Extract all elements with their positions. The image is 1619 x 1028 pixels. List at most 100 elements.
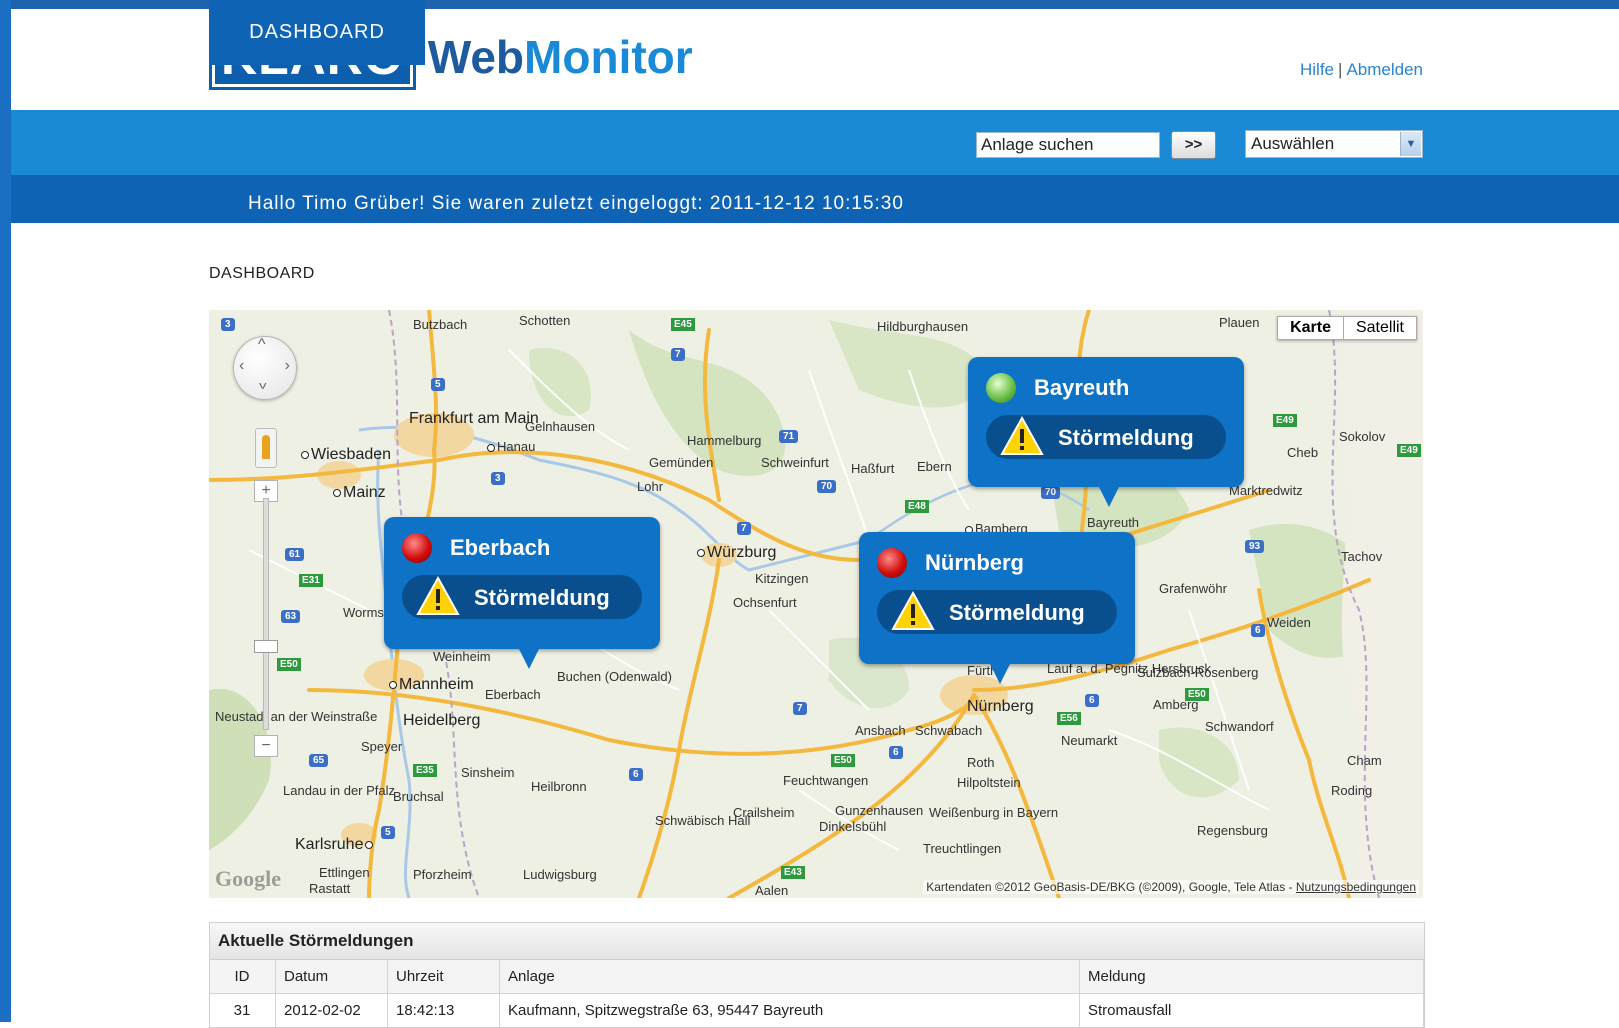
highway-shield: 5 xyxy=(381,826,395,839)
search-submit-button[interactable]: >> xyxy=(1171,131,1216,159)
map-attribution: Kartendaten ©2012 GeoBasis-DE/BKG (©2009… xyxy=(923,880,1419,894)
pan-left-icon[interactable]: ‹ xyxy=(239,357,244,375)
alert-pill[interactable]: Störmeldung xyxy=(877,590,1117,634)
city-label: Gunzenhausen xyxy=(835,803,924,818)
pan-down-icon[interactable]: ^ xyxy=(259,373,267,391)
city-label: Feuchtwangen xyxy=(783,773,869,788)
marker-place-label: Eberbach xyxy=(450,535,551,560)
column-header-datum[interactable]: Datum xyxy=(275,960,388,994)
zoom-out-button[interactable]: − xyxy=(254,735,278,757)
current-alerts-panel: Aktuelle Störmeldungen ID Datum Uhrzeit … xyxy=(209,922,1425,1028)
map-pan-control[interactable]: ^ ‹ › ^ xyxy=(233,336,297,400)
city-label: Ochsenfurt xyxy=(733,595,797,610)
european-route-shield: E35 xyxy=(413,764,437,777)
warning-icon xyxy=(891,590,935,630)
city-label: Weinheim xyxy=(433,649,491,664)
plant-search-input[interactable] xyxy=(976,132,1160,158)
map-type-satellit-button[interactable]: Satellit xyxy=(1342,317,1416,339)
european-route-shield: E43 xyxy=(781,866,805,879)
marker-place-label: Bayreuth xyxy=(1034,375,1130,400)
zoom-slider-handle[interactable] xyxy=(254,640,278,653)
map-marker-popup-nuernberg[interactable]: Nürnberg Störmeldung xyxy=(859,532,1135,684)
marker-place-label: Nürnberg xyxy=(925,550,1024,575)
city-label: Mainz xyxy=(333,485,386,501)
street-view-pegman-icon[interactable] xyxy=(255,428,277,468)
column-header-meldung[interactable]: Meldung xyxy=(1079,960,1424,994)
select-value: Auswählen xyxy=(1251,134,1335,153)
highway-shield: 7 xyxy=(671,348,685,361)
city-label: Haßfurt xyxy=(851,461,895,476)
european-route-shield: E56 xyxy=(1057,712,1081,725)
welcome-message: Hallo Timo Grüber! Sie waren zuletzt ein… xyxy=(248,193,904,214)
european-route-shield: E49 xyxy=(1397,444,1421,457)
alerts-table: ID Datum Uhrzeit Anlage Meldung 31 2012-… xyxy=(210,960,1424,1027)
tab-anlagen[interactable]: ANLAGEN xyxy=(425,0,643,65)
zoom-slider-track[interactable] xyxy=(263,498,269,730)
top-links: Hilfe | Abmelden xyxy=(1300,60,1423,80)
map-type-karte-button[interactable]: Karte xyxy=(1278,317,1343,339)
city-label: Butzbach xyxy=(413,317,468,332)
city-label: Pforzheim xyxy=(413,867,472,882)
city-label: Schwäbisch Hall xyxy=(655,813,751,828)
city-label: Frankfurt am Main xyxy=(409,410,539,427)
city-label: Nürnberg xyxy=(967,698,1034,715)
status-red-icon xyxy=(877,548,907,578)
logout-link[interactable]: Abmelden xyxy=(1346,60,1423,79)
city-label: Ebern xyxy=(917,459,952,474)
help-link[interactable]: Hilfe xyxy=(1300,60,1334,79)
tab-mein-konto[interactable]: MEIN KONTO xyxy=(643,0,861,65)
alert-pill[interactable]: Störmeldung xyxy=(402,575,642,619)
map-marker-popup-bayreuth[interactable]: Bayreuth Störmeldung xyxy=(968,357,1244,507)
map-view[interactable]: 3 7 5 3 71 70 7 61 63 65 5 6 7 6 6 6 93 … xyxy=(209,310,1423,898)
chevron-down-icon[interactable]: ▼ xyxy=(1400,132,1421,156)
city-label: Heidelberg xyxy=(403,712,481,729)
highway-shield: 63 xyxy=(281,610,301,623)
pan-right-icon[interactable]: › xyxy=(285,357,290,375)
alert-pill[interactable]: Störmeldung xyxy=(986,415,1226,459)
window-left-border xyxy=(0,0,11,1022)
map-marker-popup-eberbach[interactable]: Eberbach Störmeldung xyxy=(384,517,660,669)
warning-icon xyxy=(1000,415,1044,455)
european-route-shield: E50 xyxy=(277,658,301,671)
highway-shield: 61 xyxy=(285,548,305,561)
tab-dashboard[interactable]: DASHBOARD xyxy=(209,0,425,65)
map-type-control: Karte Satellit xyxy=(1277,316,1417,340)
city-label: Würzburg xyxy=(697,545,776,561)
city-label: Lohr xyxy=(637,479,664,494)
city-label: Aalen xyxy=(755,883,789,898)
column-header-id[interactable]: ID xyxy=(210,960,276,994)
column-header-anlage[interactable]: Anlage xyxy=(499,960,1080,994)
city-label: Dinkelsbühl xyxy=(819,819,887,834)
city-label: Ettlingen xyxy=(319,865,370,880)
highway-shield: 93 xyxy=(1245,540,1265,553)
city-label: Bayreuth xyxy=(1087,515,1140,530)
city-label: Kitzingen xyxy=(755,571,809,586)
city-label: Hildburghausen xyxy=(877,319,969,334)
highway-shield: 7 xyxy=(793,702,807,715)
city-label: Hilpoltstein xyxy=(957,775,1021,790)
highway-shield: 3 xyxy=(491,472,505,485)
city-label: Speyer xyxy=(361,739,403,754)
city-label: Schotten xyxy=(519,313,571,328)
highway-shield: 5 xyxy=(431,378,445,391)
european-route-shield: E45 xyxy=(671,318,695,331)
highway-shield: 7 xyxy=(737,522,751,535)
city-label: Weißenburg in Bayern xyxy=(929,805,1059,820)
popup-tail xyxy=(518,647,540,669)
highway-shield: 70 xyxy=(817,480,837,493)
city-label: Plauen xyxy=(1219,315,1260,330)
plant-select-dropdown[interactable]: Auswählen ▼ xyxy=(1245,130,1423,158)
european-route-shield: E48 xyxy=(905,500,929,513)
city-label: Schweinfurt xyxy=(761,455,829,470)
column-header-uhrzeit[interactable]: Uhrzeit xyxy=(387,960,500,994)
european-route-shield: E49 xyxy=(1273,414,1297,427)
city-label: Regensburg xyxy=(1197,823,1268,838)
city-label: Ansbach xyxy=(855,723,906,738)
city-label: Weiden xyxy=(1267,615,1311,630)
city-label: Eberbach xyxy=(485,687,541,702)
city-label: Heilbronn xyxy=(531,779,587,794)
terms-link[interactable]: Nutzungsbedingungen xyxy=(1296,880,1416,894)
city-label: Neumarkt xyxy=(1061,733,1118,748)
pan-up-icon[interactable]: ^ xyxy=(258,336,266,354)
city-label: Cham xyxy=(1347,753,1382,768)
